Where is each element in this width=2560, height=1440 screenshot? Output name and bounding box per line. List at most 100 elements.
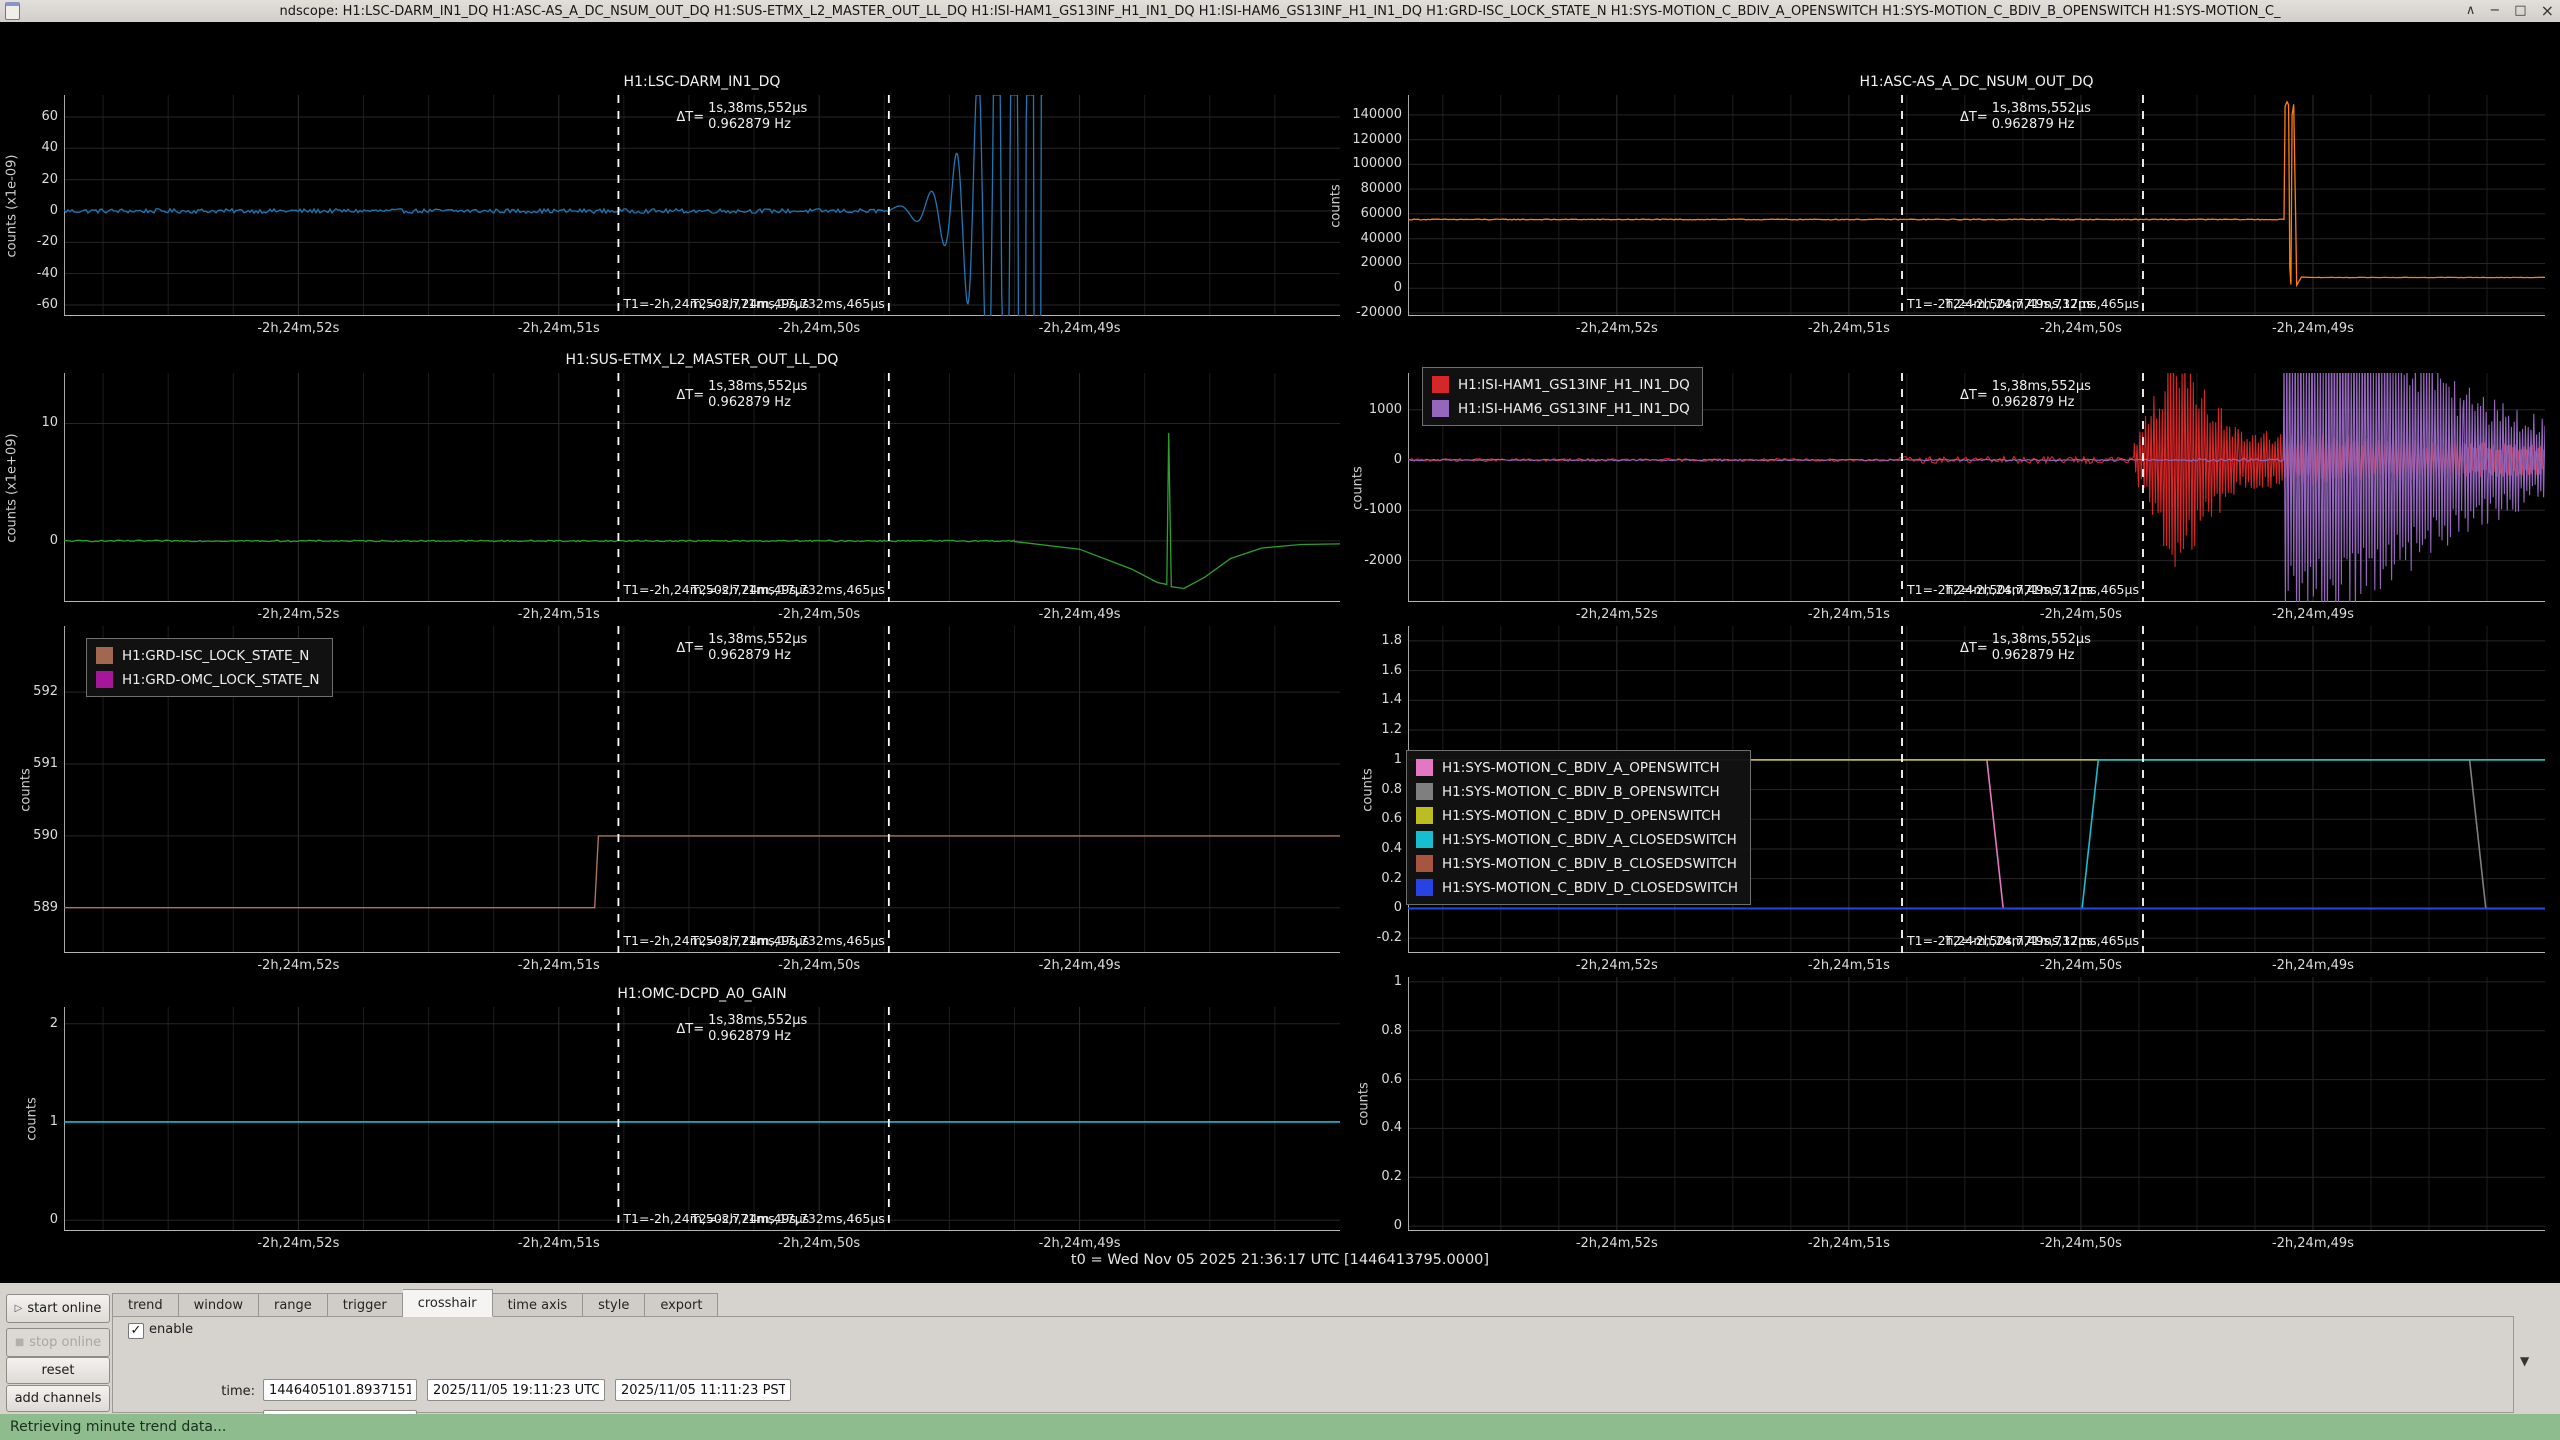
crosshair-tab-panel: ✓ enable time: Y: [112,1316,2514,1413]
legend-channel-label: H1:ISI-HAM6_GS13INF_H1_IN1_DQ [1458,401,1690,417]
enable-checkbox[interactable]: ✓ [128,1323,144,1339]
y-tick-label: 0 [0,533,58,548]
tab-export[interactable]: export [645,1293,718,1317]
y-tick-label: 592 [0,684,58,699]
trace [64,433,1340,589]
legend-swatch [1416,759,1433,776]
minimize-icon[interactable]: − [2489,0,2500,22]
y-tick-label: 0.8 [1338,1023,1402,1038]
button-stop-online[interactable]: ■stop online [6,1328,110,1357]
y-tick-label: -40 [0,266,58,281]
y-tick-label: 1.2 [1338,722,1402,737]
delta-t-frequency: 0.962879 Hz [1992,395,2091,411]
x-tick-label: -2h,24m,52s [233,607,363,622]
y-tick-label: 0 [0,1212,58,1227]
y-tick-label: 1 [0,1114,58,1129]
delta-t-frequency: 0.962879 Hz [1992,117,2091,133]
legend-swatch [1416,831,1433,848]
x-tick-label: -2h,24m,49s [2248,607,2378,622]
y-tick-label: -1000 [1338,502,1402,517]
x-tick-label: -2h,24m,51s [1784,321,1914,336]
y-tick-label: 589 [0,900,58,915]
play-icon: ▷ [15,1303,23,1314]
legend-item: H1:SYS-MOTION_C_BDIV_D_OPENSWITCH [1416,807,1738,824]
x-tick-label: -2h,24m,49s [1015,607,1145,622]
maximize-icon[interactable]: □ [2514,0,2526,22]
tab-style[interactable]: style [583,1293,645,1317]
delta-t-prefix: ΔT= [676,388,704,403]
legend-item: H1:SYS-MOTION_C_BDIV_B_OPENSWITCH [1416,783,1738,800]
y-tick-label: 1 [1338,752,1402,767]
trace [64,836,1340,908]
button-reset[interactable]: reset [6,1357,110,1384]
trace [64,95,1043,316]
crosshair-time-local-input[interactable] [615,1379,791,1401]
delta-t-annotation: ΔT=1s,38ms,552µs0.962879 Hz [676,1013,807,1045]
crosshair-time-gps-input[interactable] [263,1379,417,1401]
y-tick-label: 0.4 [1338,1120,1402,1135]
x-tick-label: -2h,24m,52s [1552,1236,1682,1251]
crosshair-time-utc-input[interactable] [427,1379,605,1401]
y-tick-label: 0 [1338,452,1402,467]
x-tick-label: -2h,24m,51s [494,607,624,622]
delta-t-frequency: 0.962879 Hz [708,648,807,664]
button-add-channels[interactable]: add channels [6,1385,110,1412]
y-tick-label: 590 [0,828,58,843]
x-tick-label: -2h,24m,51s [1784,1236,1914,1251]
y-tick-label: 0.6 [1338,811,1402,826]
button-start-online[interactable]: ▷start online [6,1294,110,1323]
delta-t-value: 1s,38ms,552µs [1992,101,2091,117]
button-label: add channels [15,1391,102,1406]
keep-above-icon[interactable]: ∧ [2466,0,2476,22]
legend-channel-label: H1:SYS-MOTION_C_BDIV_D_OPENSWITCH [1442,808,1721,824]
legend-swatch [1432,400,1449,417]
x-tick-label: -2h,24m,49s [1015,321,1145,336]
x-tick-label: -2h,24m,50s [2016,1236,2146,1251]
y-tick-label: 60 [0,109,58,124]
y-tick-label: 60000 [1338,206,1402,221]
tab-trend[interactable]: trend [112,1293,179,1317]
legend-swatch [1416,879,1433,896]
enable-checkbox-label: enable [149,1322,193,1337]
delta-t-value: 1s,38ms,552µs [708,632,807,648]
legend-channel-label: H1:SYS-MOTION_C_BDIV_A_OPENSWITCH [1442,760,1720,776]
y-tick-label: 0.4 [1338,841,1402,856]
delta-t-annotation: ΔT= 1s,38ms,552µs0.962879 Hz [676,632,807,664]
y-tick-label: 0 [1338,900,1402,915]
delta-t-prefix: ΔT= [676,641,704,656]
chevron-down-icon[interactable]: ▼ [2520,1354,2529,1368]
tab-trigger[interactable]: trigger [328,1293,403,1317]
delta-t-prefix: ΔT= [1960,641,1988,656]
x-tick-label: -2h,24m,50s [754,1236,884,1251]
y-tick-label: 0.2 [1338,1169,1402,1184]
plot-canvas[interactable] [1408,977,2545,1231]
tab-window[interactable]: window [179,1293,259,1317]
legend-swatch [1416,855,1433,872]
close-icon[interactable]: × [2541,1,2554,21]
legend-channel-label: H1:SYS-MOTION_C_BDIV_A_CLOSEDSWITCH [1442,832,1737,848]
plot-title: H1:SUS-ETMX_L2_MASTER_OUT_LL_DQ [64,352,1340,368]
legend-item: H1:SYS-MOTION_C_BDIV_D_CLOSEDSWITCH [1416,879,1738,896]
delta-t-annotation: ΔT=1s,38ms,552µs0.962879 Hz [676,379,807,411]
tab-crosshair[interactable]: crosshair [403,1289,493,1317]
x-tick-label: -2h,24m,49s [2248,1236,2378,1251]
delta-t-frequency: 0.962879 Hz [708,1029,807,1045]
y-tick-label: 120000 [1338,132,1402,147]
tab-range[interactable]: range [259,1293,328,1317]
x-tick-label: -2h,24m,52s [233,321,363,336]
x-tick-label: -2h,24m,50s [754,321,884,336]
legend-channel-label: H1:SYS-MOTION_C_BDIV_D_CLOSEDSWITCH [1442,880,1738,896]
legend-channel-label: H1:SYS-MOTION_C_BDIV_B_CLOSEDSWITCH [1442,856,1737,872]
y-tick-label: -20 [0,234,58,249]
crosshair-t2-label: T2=-2h,24m,49s,732ms,465µs [677,933,885,948]
legend-item: H1:GRD-ISC_LOCK_STATE_N [96,647,320,664]
y-tick-label: 2 [0,1016,58,1031]
crosshair-t2-label: T2=-2h,24m,49s,732ms,465µs [677,296,885,311]
x-tick-label: -2h,24m,49s [2248,321,2378,336]
time-field-label: time: [199,1384,255,1399]
window-titlebar: ndscope: H1:LSC-DARM_IN1_DQ H1:ASC-AS_A_… [0,0,2560,23]
plot-title: H1:LSC-DARM_IN1_DQ [64,74,1340,90]
tab-time-axis[interactable]: time axis [493,1293,584,1317]
y-tick-label: 40 [0,140,58,155]
delta-t-frequency: 0.962879 Hz [708,117,807,133]
